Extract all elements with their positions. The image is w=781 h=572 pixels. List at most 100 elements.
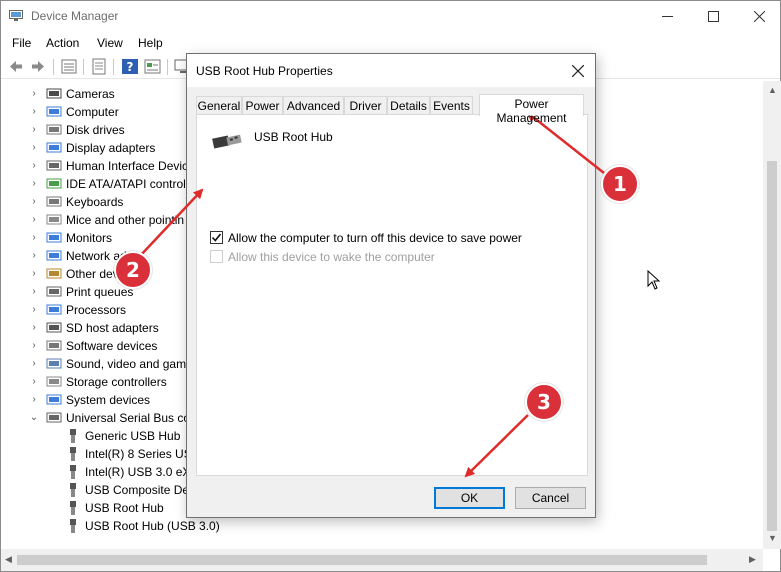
power-management-panel: USB Root Hub Allow the computer to turn …: [196, 114, 588, 476]
other-device-icon: [46, 268, 62, 279]
usb-device-label: Intel(R) 8 Series USB: [85, 447, 200, 461]
ok-button[interactable]: OK: [434, 487, 505, 509]
tree-item-label: Cameras: [66, 87, 115, 101]
checkmark-icon: [211, 233, 222, 242]
tree-item-label: Disk drives: [66, 123, 125, 137]
minimize-button[interactable]: [644, 1, 690, 31]
tree-item-label: Human Interface Devic: [66, 159, 189, 173]
computer-icon: [46, 106, 62, 117]
cancel-button[interactable]: Cancel: [515, 487, 586, 509]
back-icon[interactable]: [7, 58, 25, 75]
horizontal-scrollbar[interactable]: ◀ ▶: [1, 549, 763, 571]
printer-icon: [46, 286, 62, 297]
menu-bar: File Action View Help: [1, 32, 780, 54]
expand-chevron-icon[interactable]: ›: [29, 124, 39, 136]
usb-plug-icon: [70, 483, 76, 497]
collapse-chevron-icon[interactable]: ⌄: [29, 412, 39, 424]
close-icon: [753, 10, 765, 22]
device-manager-app-icon: [9, 10, 23, 21]
expand-chevron-icon[interactable]: ›: [29, 178, 39, 190]
expand-chevron-icon[interactable]: ›: [29, 142, 39, 154]
close-button[interactable]: [736, 1, 781, 31]
scroll-up-icon[interactable]: ▲: [768, 85, 777, 95]
properties-icon[interactable]: [60, 58, 78, 75]
cpu-icon: [46, 304, 62, 315]
tab-advanced[interactable]: Advanced: [283, 96, 344, 115]
tab-strip: General Power Advanced Driver Details Ev…: [196, 94, 588, 125]
keyboard-icon: [46, 196, 62, 207]
software-icon: [46, 340, 62, 351]
expand-chevron-icon[interactable]: ›: [29, 250, 39, 262]
expand-chevron-icon[interactable]: ›: [29, 106, 39, 118]
dialog-close-button[interactable]: [565, 58, 591, 84]
scan-icon[interactable]: [144, 58, 162, 75]
tree-item-label: Keyboards: [66, 195, 124, 209]
expand-chevron-icon[interactable]: ›: [29, 322, 39, 334]
expand-chevron-icon[interactable]: ›: [29, 376, 39, 388]
tree-item-label: Sound, video and game: [66, 357, 193, 371]
toolbar-separator: [167, 59, 168, 75]
scrollbar-thumb[interactable]: [17, 555, 707, 565]
tree-item-label: SD host adapters: [66, 321, 159, 335]
usb-device-label: USB Root Hub (USB 3.0): [85, 519, 220, 533]
usb-device-item[interactable]: USB Root Hub (USB 3.0): [1, 517, 763, 535]
properties-dialog: USB Root Hub Properties General Power Ad…: [186, 53, 596, 518]
expand-chevron-icon[interactable]: ›: [29, 214, 39, 226]
help-icon[interactable]: ?: [121, 58, 139, 75]
menu-action[interactable]: Action: [46, 36, 79, 50]
scroll-down-icon[interactable]: ▼: [768, 533, 777, 543]
tree-item-label: Computer: [66, 105, 119, 119]
tab-details[interactable]: Details: [387, 96, 430, 115]
scroll-left-icon[interactable]: ◀: [5, 554, 12, 565]
maximize-icon: [707, 10, 719, 22]
allow-wake-label: Allow this device to wake the computer: [228, 250, 435, 264]
title-bar: Device Manager: [1, 1, 780, 31]
tree-item-label: Print queues: [66, 285, 134, 299]
expand-chevron-icon[interactable]: ›: [29, 340, 39, 352]
forward-icon[interactable]: [29, 58, 47, 75]
menu-view[interactable]: View: [97, 36, 123, 50]
menu-help[interactable]: Help: [138, 36, 163, 50]
expand-chevron-icon[interactable]: ›: [29, 358, 39, 370]
expand-chevron-icon[interactable]: ›: [29, 232, 39, 244]
expand-chevron-icon[interactable]: ›: [29, 160, 39, 172]
expand-chevron-icon[interactable]: ›: [29, 88, 39, 100]
usb-plug-icon: [70, 429, 76, 443]
tab-driver[interactable]: Driver: [344, 96, 387, 115]
update-icon[interactable]: [90, 58, 108, 75]
tree-item-label: Monitors: [66, 231, 113, 245]
monitor-icon: [46, 232, 62, 243]
vertical-scrollbar[interactable]: ▲ ▼: [763, 81, 781, 549]
usb-plug-icon: [70, 447, 76, 461]
annotation-badge-3: 3: [525, 383, 563, 421]
tab-general[interactable]: General: [196, 96, 242, 115]
maximize-button[interactable]: [690, 1, 736, 31]
usb-device-label: USB Root Hub: [85, 501, 164, 515]
tree-item-label: Universal Serial Bus con: [66, 411, 197, 425]
mouse-cursor-icon: [647, 270, 661, 290]
tab-events[interactable]: Events: [430, 96, 473, 115]
tab-power-management[interactable]: Power Management: [479, 94, 584, 125]
expand-chevron-icon[interactable]: ›: [29, 286, 39, 298]
allow-wake-checkbox: [210, 250, 223, 263]
toolbar-separator: [83, 59, 84, 75]
usb-plug-icon: [70, 519, 76, 533]
menu-file[interactable]: File: [12, 36, 31, 50]
expand-chevron-icon[interactable]: ›: [29, 196, 39, 208]
allow-turn-off-checkbox[interactable]: [210, 231, 223, 244]
expand-chevron-icon[interactable]: ›: [29, 304, 39, 316]
toolbar-separator: [53, 59, 54, 75]
display-adapter-icon: [46, 142, 62, 153]
scroll-right-icon[interactable]: ▶: [749, 554, 756, 565]
scrollbar-thumb[interactable]: [767, 161, 777, 531]
allow-turn-off-label: Allow the computer to turn off this devi…: [228, 231, 522, 245]
expand-chevron-icon[interactable]: ›: [29, 394, 39, 406]
storage-icon: [46, 376, 62, 387]
expand-chevron-icon[interactable]: ›: [29, 268, 39, 280]
device-name: USB Root Hub: [254, 130, 333, 144]
annotation-badge-2: 2: [114, 251, 152, 289]
network-icon: [46, 250, 62, 261]
toolbar-separator: [113, 59, 114, 75]
annotation-badge-1: 1: [601, 165, 639, 203]
tab-power[interactable]: Power: [242, 96, 283, 115]
